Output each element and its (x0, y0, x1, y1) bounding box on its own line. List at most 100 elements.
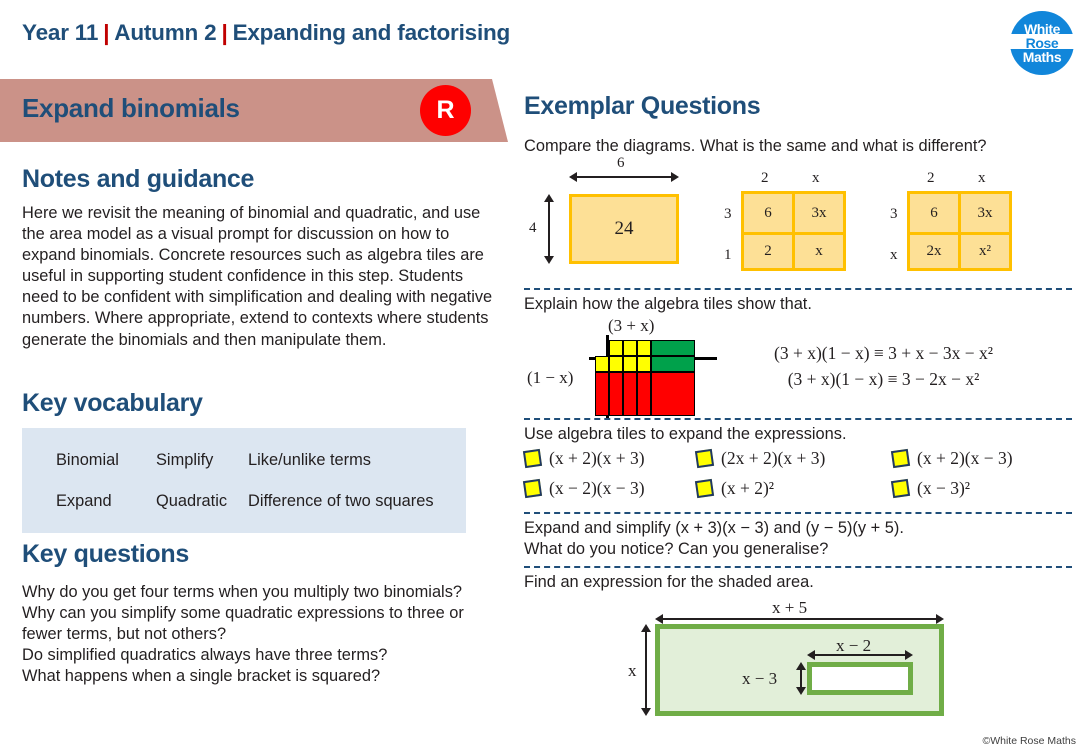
section-divider (524, 288, 1072, 290)
vocab-term: Like/unlike terms (248, 451, 371, 469)
logo-line-2: Rose (1025, 34, 1059, 51)
x-tile (651, 356, 695, 372)
breadcrumb-topic: Expanding and factorising (232, 20, 511, 45)
model2-row-label-2: 1 (724, 247, 732, 263)
exemplar-q4-line-2: What do you notice? Can you generalise? (524, 540, 829, 559)
model3-row-label-1: 3 (890, 206, 898, 222)
vocab-term: Quadratic (156, 492, 228, 510)
square-bullet-icon (522, 478, 543, 499)
model1-top-label: 6 (617, 155, 625, 171)
model2-col-label-1: 2 (761, 170, 769, 186)
expression-row: (x + 2)(x + 3) (2x + 2)(x + 3) (x + 2)(x… (522, 448, 1072, 469)
vocab-term: Expand (56, 492, 112, 510)
square-bullet-icon (890, 478, 911, 499)
model3-cell: 6 (910, 194, 958, 232)
unit-tile (623, 356, 637, 372)
shaded-area-diagram: x + 5 x x − 2 x − 3 (524, 596, 1072, 736)
breadcrumb-separator-2: | (221, 20, 228, 45)
negative-x-squared-tile (651, 372, 695, 416)
vocabulary-row: Binomial Simplify Like/unlike terms (56, 451, 466, 470)
expression-text: (x + 2)(x − 3) (917, 448, 1013, 468)
model2-cell: 3x (795, 194, 843, 232)
breadcrumb: Year 11 | Autumn 2 | Expanding and factorisi… (22, 20, 510, 46)
negative-x-tile (609, 372, 623, 416)
unit-tile (637, 340, 651, 356)
model2-cell: 2 (744, 235, 792, 268)
key-question-item: Why do you get four terms when you multi… (22, 583, 463, 601)
model3-cell: 2x (910, 235, 958, 268)
outer-width-arrow (655, 614, 944, 624)
unit-tile (623, 340, 637, 356)
tiles-equation-line-1: (3 + x)(1 − x) ≡ 3 + x − 3x − x² (774, 343, 994, 363)
unit-tile (609, 340, 623, 356)
square-bullet-icon (890, 448, 911, 469)
list-item: (x + 2)(x − 3) (890, 448, 1072, 469)
vocab-term: Difference of two squares (248, 492, 434, 510)
outer-height-arrow (641, 624, 651, 716)
unit-tile (609, 356, 623, 372)
key-questions-heading: Key questions (22, 540, 189, 568)
exemplar-question-1: Compare the diagrams. What is the same a… (524, 137, 987, 155)
model2-cell: x (795, 235, 843, 268)
key-question-item: What happens when a single bracket is sq… (22, 667, 381, 686)
square-bullet-icon (522, 448, 543, 469)
key-question-item: Why can you simplify some quadratic expr… (22, 604, 464, 644)
exemplar-question-3: Use algebra tiles to expand the expressi… (524, 425, 847, 443)
square-bullet-icon (694, 478, 715, 499)
algebra-tiles-diagram: (3 + x) (1 − x) (3 + x)(1 − x) ≡ 3 + x −… (524, 316, 1072, 419)
vocab-term: Simplify (156, 451, 214, 469)
model2-row-label-1: 3 (724, 206, 732, 222)
list-item: (x + 2)(x + 3) (522, 448, 696, 469)
exemplar-question-2: Explain how the algebra tiles show that. (524, 295, 812, 313)
expression-text: (x − 2)(x − 3) (549, 478, 645, 498)
model1-side-label: 4 (529, 220, 537, 236)
exemplar-q4-line-1: Expand and simplify (x + 3)(x − 3) and (… (524, 519, 904, 537)
vocabulary-row: Expand Quadratic Difference of two squar… (56, 492, 466, 511)
list-item: (2x + 2)(x + 3) (694, 448, 892, 469)
expression-text: (x + 2)² (721, 478, 775, 498)
exemplar-question-4: Expand and simplify (x + 3)(x − 3) and (… (524, 518, 1064, 560)
key-questions-list: Why do you get four terms when you multi… (22, 582, 502, 687)
notes-body: Here we revisit the meaning of binomial … (22, 204, 493, 349)
model3-col-label-1: 2 (927, 170, 935, 186)
expression-text: (x + 2)(x + 3) (549, 448, 645, 468)
width-arrow (569, 172, 679, 182)
logo-line-3: Maths (1022, 49, 1062, 66)
model3-row-label-2: x (890, 247, 898, 263)
model2-col-label-2: x (812, 170, 820, 186)
logo-line-1: White (1023, 20, 1061, 37)
expression-text: (2x + 2)(x + 3) (721, 448, 826, 468)
notes-heading: Notes and guidance (22, 165, 255, 193)
exemplar-heading: Exemplar Questions (524, 92, 761, 120)
inner-width-arrow (807, 650, 913, 660)
tiles-top-label: (3 + x) (608, 316, 655, 335)
vocab-term: Binomial (56, 451, 119, 469)
tiles-equations: (3 + x)(1 − x) ≡ 3 + x − 3x − x² (3 + x)… (774, 340, 993, 392)
white-rose-maths-logo: White Rose Maths (1010, 11, 1074, 75)
worksheet-page: Year 11 | Autumn 2 | Expanding and factorisi… (0, 0, 1084, 750)
tiles-canvas (589, 335, 717, 419)
vocabulary-heading: Key vocabulary (22, 389, 203, 417)
breadcrumb-separator-1: | (103, 20, 110, 45)
exemplar-question-5: Find an expression for the shaded area. (524, 573, 814, 591)
breadcrumb-year: Year 11 (22, 20, 99, 45)
expression-row: (x − 2)(x − 3) (x + 2)² (x − 3)² (522, 478, 1072, 499)
tiles-equation-line-2: (3 + x)(1 − x) ≡ 3 − 2x − x² (787, 369, 980, 389)
outer-height-label: x (628, 661, 637, 680)
list-item: (x − 2)(x − 3) (522, 478, 696, 499)
negative-x-tile (623, 372, 637, 416)
section-divider (524, 418, 1072, 420)
model3-cell: x² (961, 235, 1009, 268)
inner-rectangle (807, 662, 913, 695)
model3-cell: 3x (961, 194, 1009, 232)
breadcrumb-term: Autumn 2 (114, 20, 217, 45)
list-item: (x + 2)² (694, 478, 892, 499)
negative-x-tile (595, 372, 609, 416)
model3-grid: 6 3x 2x x² (907, 191, 1012, 271)
section-divider (524, 566, 1072, 568)
tiles-side-label: (1 − x) (527, 368, 574, 387)
inner-height-label: x − 3 (742, 669, 778, 688)
model2-grid: 6 3x 2 x (741, 191, 846, 271)
key-question-item: Do simplified quadratics always have thr… (22, 646, 388, 665)
model2-cell: 6 (744, 194, 792, 232)
